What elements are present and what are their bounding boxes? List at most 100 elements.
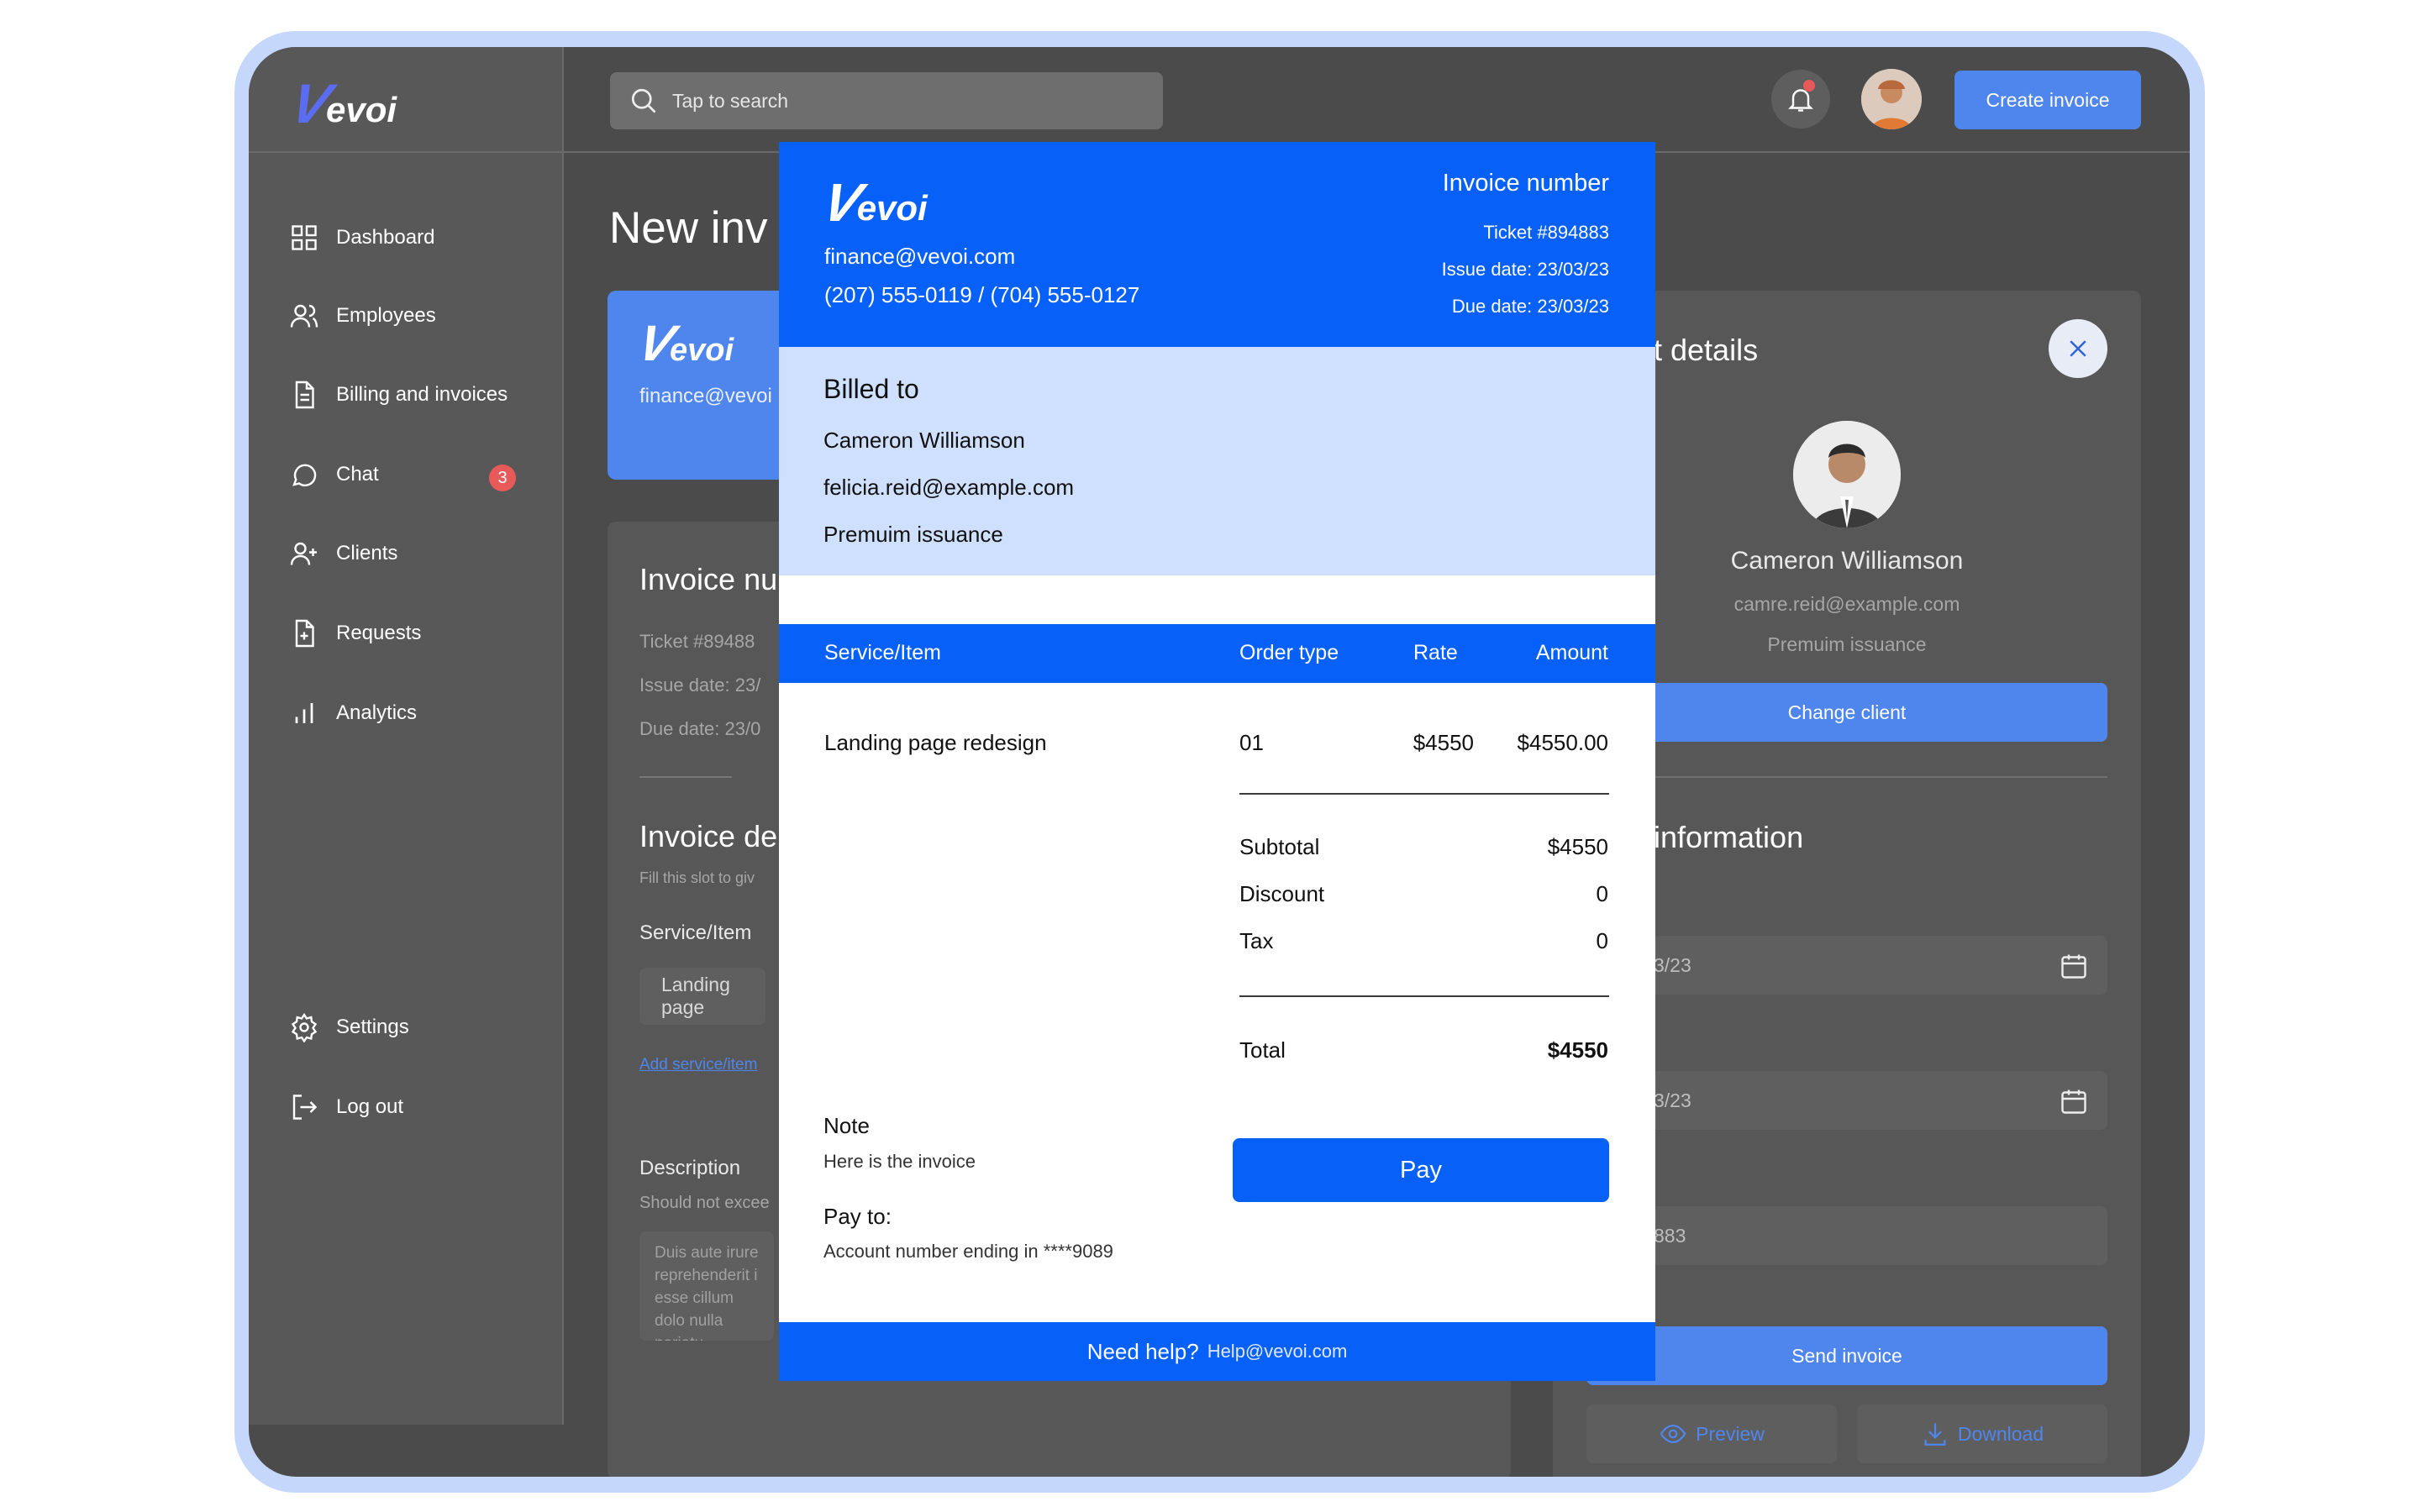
pay-button[interactable]: Pay <box>1233 1138 1609 1202</box>
eye-icon <box>1660 1424 1686 1444</box>
search-input[interactable]: Tap to search <box>672 90 788 113</box>
sidebar-item-label: Employees <box>336 304 436 327</box>
issue-date-value: 3/23 <box>1654 953 1691 976</box>
help-heading: Need help? <box>1086 1338 1199 1364</box>
invoice-header: V evoi finance@vevoi.com (207) 555-0119 … <box>779 142 1655 347</box>
avatar-image <box>1861 69 1922 129</box>
tax-value: 0 <box>1596 928 1608 953</box>
document-icon <box>295 381 314 409</box>
download-button[interactable]: Download <box>1857 1404 2107 1463</box>
change-client-button[interactable]: Change client <box>1586 683 2107 742</box>
row-amount: $4550.00 <box>1517 730 1608 755</box>
sidebar-item-logout[interactable]: Log out <box>289 1092 403 1122</box>
invoice-number-title: Invoice number <box>1442 170 1609 197</box>
invoice-number-heading: Invoice nu <box>639 562 778 596</box>
due-date-value: 3/23 <box>1654 1089 1691 1111</box>
table-row: Landing page redesign 01 $4550 $4550.00 <box>779 730 1655 764</box>
create-invoice-button[interactable]: Create invoice <box>1954 71 2141 129</box>
sidebar-item-label: Requests <box>336 622 422 644</box>
invoice-details-hint: Fill this slot to giv <box>639 869 755 886</box>
close-icon <box>2070 340 2086 357</box>
pay-to-heading: Pay to: <box>823 1204 892 1229</box>
note-text: Here is the invoice <box>823 1151 976 1172</box>
column-header: Order type <box>1239 641 1339 664</box>
billed-to-section: Billed to Cameron Williamson felicia.rei… <box>779 347 1655 575</box>
notifications-button[interactable] <box>1771 70 1830 129</box>
billed-plan: Premuim issuance <box>823 522 1003 547</box>
close-button[interactable] <box>2049 319 2107 378</box>
chat-icon <box>292 464 317 486</box>
sidebar-item-label: Dashboard <box>336 226 435 249</box>
column-header: Service/Item <box>824 641 941 664</box>
search-icon <box>631 88 656 113</box>
sidebar-item-settings[interactable]: Settings <box>289 1012 409 1042</box>
service-label: Service/Item <box>639 921 752 944</box>
user-avatar[interactable] <box>1861 69 1922 129</box>
client-details-heading: t details <box>1654 333 1759 367</box>
preview-button[interactable]: Preview <box>1586 1404 1837 1463</box>
sidebar-item-billing[interactable]: Billing and invoices <box>289 380 508 410</box>
sidebar-item-chat[interactable]: Chat <box>289 459 379 490</box>
subtotal-label: Subtotal <box>1239 834 1320 859</box>
download-label: Download <box>1957 1422 2044 1445</box>
sidebar-item-requests[interactable]: Requests <box>289 618 421 648</box>
total-value: $4550 <box>1547 1037 1608 1063</box>
invoice-brand-email: finance@vevoi.com <box>824 244 1016 269</box>
sidebar-item-dashboard[interactable]: Dashboard <box>289 223 434 253</box>
items-table-header: Service/Item Order type Rate Amount <box>779 624 1655 683</box>
client-photo <box>1793 421 1901 528</box>
divider <box>1239 793 1609 795</box>
logo-mark: V <box>632 315 674 371</box>
logo-text: evoi <box>670 333 734 368</box>
total-label: Total <box>1239 1037 1286 1063</box>
sidebar-item-employees[interactable]: Employees <box>289 301 436 331</box>
gear-icon <box>291 1012 318 1042</box>
calendar-icon[interactable] <box>2059 1086 2089 1116</box>
page-title: New inv <box>609 203 768 253</box>
discount-value: 0 <box>1596 881 1608 906</box>
invoice-phones: (207) 555-0119 / (704) 555-0127 <box>824 282 1140 307</box>
billed-name: Cameron Williamson <box>823 428 1025 453</box>
search-bar[interactable]: Tap to search <box>610 72 1163 129</box>
due-date-field[interactable]: 3/23 <box>1586 1071 2107 1130</box>
brand-logo: V evoi <box>285 71 397 134</box>
subtotal-value: $4550 <box>1547 834 1608 859</box>
brand-email: finance@vevoi <box>639 385 772 407</box>
invoice-preview-modal: V evoi finance@vevoi.com (207) 555-0119 … <box>779 142 1655 1381</box>
ticket-number-field[interactable]: 883 <box>1586 1206 2107 1265</box>
brand-logo: V evoi <box>817 172 928 233</box>
note-heading: Note <box>823 1113 870 1138</box>
invoice-issue-date: Issue date: 23/03/23 <box>1441 259 1609 280</box>
description-textarea[interactable]: Duis aute irure reprehenderit i esse cil… <box>639 1231 774 1341</box>
download-icon <box>1924 1423 1946 1446</box>
calendar-icon[interactable] <box>2059 951 2089 981</box>
dashboard-icon <box>292 225 317 250</box>
invoice-due-date: Due date: 23/03/23 <box>1451 296 1609 317</box>
description-hint: Should not excee <box>639 1194 770 1212</box>
sidebar: V evoi Dashboard Employees Billing and i… <box>249 47 564 1425</box>
divider <box>1239 995 1609 997</box>
row-item: Landing page redesign <box>824 730 1047 755</box>
help-email-link[interactable]: Help@vevoi.com <box>1207 1341 1348 1362</box>
chat-unread-badge: 3 <box>489 465 516 491</box>
sidebar-item-clients[interactable]: Clients <box>289 538 397 569</box>
send-invoice-button[interactable]: Send invoice <box>1586 1326 2107 1385</box>
divider <box>639 776 732 778</box>
sidebar-item-label: Log out <box>336 1095 404 1118</box>
service-input[interactable]: Landing page <box>639 968 765 1025</box>
brand-logo: V evoi <box>633 315 734 371</box>
sidebar-item-analytics[interactable]: Analytics <box>289 698 417 728</box>
logout-icon <box>292 1095 318 1120</box>
client-avatar <box>1793 421 1901 528</box>
issue-date-field[interactable]: 3/23 <box>1586 936 2107 995</box>
due-date-text: Due date: 23/0 <box>639 718 761 739</box>
row-order-type: 01 <box>1239 730 1264 755</box>
logo-text: evoi <box>856 188 928 228</box>
sidebar-item-label: Settings <box>336 1016 409 1038</box>
file-plus-icon <box>295 619 314 648</box>
pay-to-text: Account number ending in ****9089 <box>823 1241 1113 1262</box>
ticket-text: Ticket #89488 <box>639 631 755 652</box>
description-label: Description <box>639 1157 741 1179</box>
add-service-link[interactable]: Add service/item <box>639 1056 757 1074</box>
bar-chart-icon <box>295 703 313 723</box>
